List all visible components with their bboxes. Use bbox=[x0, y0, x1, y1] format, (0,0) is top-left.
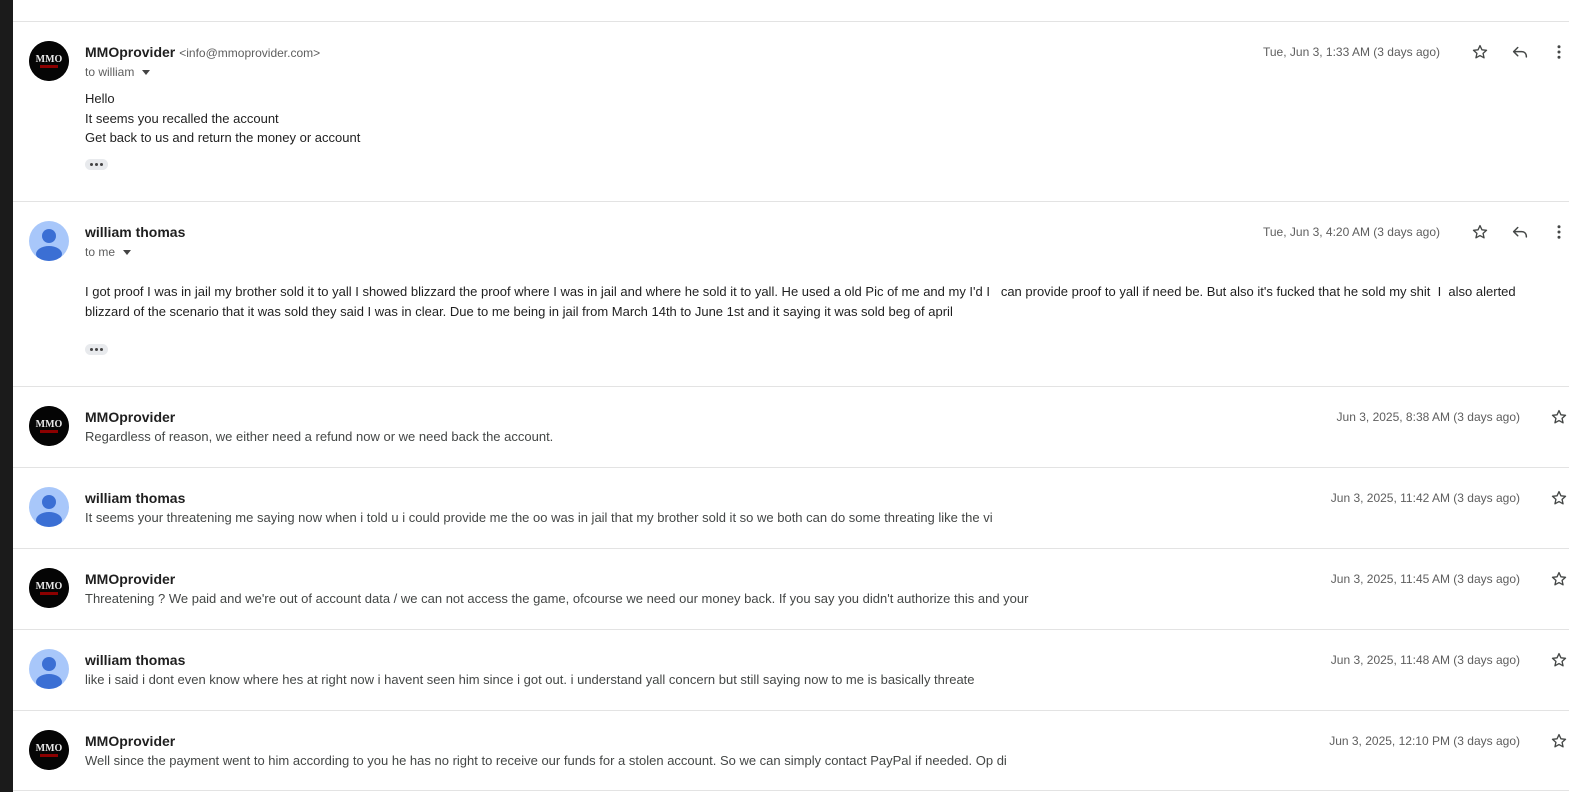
message-body: Hello It seems you recalled the account … bbox=[85, 89, 360, 148]
message-snippet: Threatening ? We paid and we're out of a… bbox=[85, 591, 1029, 606]
sender-name[interactable]: MMOprovider bbox=[85, 409, 175, 425]
thread-divider bbox=[13, 790, 1569, 791]
message-date: Tue, Jun 3, 1:33 AM (3 days ago) bbox=[1263, 45, 1440, 59]
message-date: Jun 3, 2025, 11:42 AM (3 days ago) bbox=[1330, 491, 1520, 505]
message-expanded: MMO MMOprovider <info@mmoprovider.com> to… bbox=[13, 22, 1569, 201]
body-line: It seems you recalled the account bbox=[85, 110, 279, 126]
body-paragraph: I got proof I was in jail my brother sol… bbox=[85, 284, 1520, 319]
more-vert-icon bbox=[1557, 225, 1561, 239]
avatar[interactable]: MMO bbox=[29, 406, 69, 446]
star-button[interactable] bbox=[1468, 220, 1492, 244]
body-line: Get back to us and return the money or a… bbox=[85, 130, 361, 145]
recipient-details-toggle[interactable]: to william bbox=[85, 65, 151, 79]
sender-name[interactable]: william thomas bbox=[85, 490, 185, 506]
default-person-avatar bbox=[36, 495, 62, 527]
recipient-label: to william bbox=[85, 65, 135, 79]
star-button[interactable] bbox=[1547, 648, 1569, 672]
avatar[interactable]: MMO bbox=[29, 730, 69, 770]
more-options-button[interactable] bbox=[1547, 40, 1569, 64]
caret-down-icon bbox=[123, 250, 132, 256]
default-person-avatar bbox=[36, 229, 62, 261]
star-button[interactable] bbox=[1468, 40, 1492, 64]
message-date: Jun 3, 2025, 12:10 PM (3 days ago) bbox=[1329, 734, 1520, 748]
star-icon bbox=[1551, 652, 1567, 667]
star-button[interactable] bbox=[1547, 567, 1569, 591]
message-collapsed[interactable]: MMO MMOprovider Threatening ? We paid an… bbox=[13, 549, 1569, 629]
message-date: Tue, Jun 3, 4:20 AM (3 days ago) bbox=[1263, 225, 1440, 239]
mmoprovider-logo: MMO bbox=[29, 730, 69, 770]
star-icon bbox=[1551, 409, 1567, 424]
mmoprovider-logo: MMO bbox=[29, 568, 69, 608]
svg-text:MMO: MMO bbox=[36, 54, 63, 65]
left-edge-panel bbox=[0, 0, 13, 792]
body-line: Hello bbox=[85, 91, 115, 106]
message-date: Jun 3, 2025, 11:48 AM (3 days ago) bbox=[1330, 653, 1520, 667]
email-thread: MMO MMOprovider <info@mmoprovider.com> to… bbox=[13, 0, 1569, 792]
recipient-label: to me bbox=[85, 245, 116, 259]
recipient-details-toggle[interactable]: to me bbox=[85, 245, 132, 259]
sender-name-text[interactable]: MMOprovider bbox=[85, 44, 175, 60]
avatar[interactable] bbox=[29, 221, 69, 261]
sender-name[interactable]: william thomas bbox=[85, 652, 185, 668]
caret-down-icon bbox=[142, 70, 151, 76]
show-trimmed-content-button[interactable] bbox=[85, 159, 108, 170]
more-vert-icon bbox=[1557, 45, 1561, 59]
star-icon bbox=[1551, 571, 1567, 586]
reply-icon bbox=[1512, 226, 1528, 238]
sender-name-text[interactable]: william thomas bbox=[85, 224, 185, 240]
avatar[interactable] bbox=[29, 487, 69, 527]
star-icon bbox=[1551, 490, 1567, 505]
star-button[interactable] bbox=[1547, 729, 1569, 753]
star-icon bbox=[1472, 224, 1488, 239]
star-button[interactable] bbox=[1547, 405, 1569, 429]
mmoprovider-logo: MMO bbox=[29, 406, 69, 446]
sender-name[interactable]: MMOprovider bbox=[85, 733, 175, 749]
mmoprovider-logo: MMO bbox=[29, 41, 69, 81]
sender-email: <info@mmoprovider.com> bbox=[179, 46, 321, 60]
avatar[interactable] bbox=[29, 649, 69, 689]
message-collapsed[interactable]: william thomas like i said i dont even k… bbox=[13, 630, 1569, 710]
avatar[interactable]: MMO bbox=[29, 41, 69, 81]
reply-button[interactable] bbox=[1508, 220, 1532, 244]
show-trimmed-content-button[interactable] bbox=[85, 344, 108, 355]
message-snippet: like i said i dont even know where hes a… bbox=[85, 672, 975, 687]
reply-button[interactable] bbox=[1508, 40, 1532, 64]
message-snippet: Well since the payment went to him accor… bbox=[85, 753, 1007, 768]
star-icon bbox=[1472, 44, 1488, 59]
message-snippet: Regardless of reason, we either need a r… bbox=[85, 429, 554, 444]
avatar[interactable]: MMO bbox=[29, 568, 69, 608]
message-collapsed[interactable]: MMO MMOprovider Well since the payment w… bbox=[13, 711, 1569, 791]
svg-text:MMO: MMO bbox=[36, 743, 63, 754]
sender-name[interactable]: MMOprovider bbox=[85, 571, 175, 587]
svg-text:MMO: MMO bbox=[36, 419, 63, 430]
more-options-button[interactable] bbox=[1547, 220, 1569, 244]
star-icon bbox=[1551, 733, 1567, 748]
default-person-avatar bbox=[36, 657, 62, 689]
message-expanded: william thomas to me Tue, Jun 3, 4:20 AM… bbox=[13, 202, 1569, 386]
reply-icon bbox=[1512, 46, 1528, 58]
message-date: Jun 3, 2025, 11:45 AM (3 days ago) bbox=[1330, 572, 1520, 586]
star-button[interactable] bbox=[1547, 486, 1569, 510]
message-snippet: It seems your threatening me saying now … bbox=[85, 510, 993, 525]
message-collapsed[interactable]: MMO MMOprovider Regardless of reason, we… bbox=[13, 387, 1569, 467]
svg-text:MMO: MMO bbox=[36, 581, 63, 592]
message-collapsed[interactable]: william thomas It seems your threatening… bbox=[13, 468, 1569, 548]
sender-name[interactable]: MMOprovider <info@mmoprovider.com> bbox=[85, 44, 320, 60]
sender-name[interactable]: william thomas bbox=[85, 224, 185, 240]
message-body: I got proof I was in jail my brother sol… bbox=[85, 282, 1525, 321]
message-date: Jun 3, 2025, 8:38 AM (3 days ago) bbox=[1336, 410, 1520, 424]
